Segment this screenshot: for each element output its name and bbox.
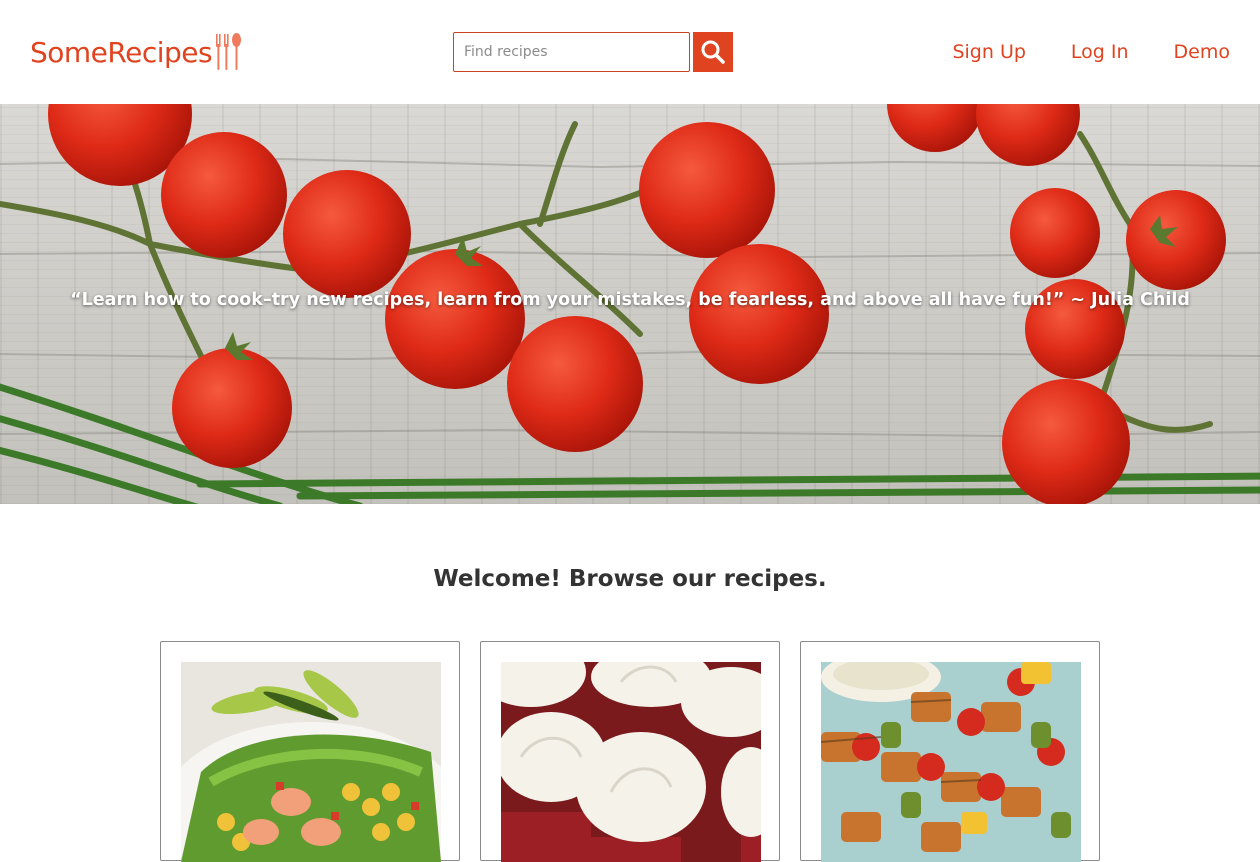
recipe-card[interactable] xyxy=(800,641,1100,862)
search-button[interactable] xyxy=(693,32,733,72)
recipe-image-grilled-skewers[interactable] xyxy=(821,662,1081,862)
recipe-image-shrimp-salad[interactable] xyxy=(181,662,441,862)
demo-link[interactable]: Demo xyxy=(1174,38,1230,66)
fork-spoon-icon xyxy=(215,32,243,72)
hero-quote: “Learn how to cook–try new recipes, lear… xyxy=(70,290,1190,310)
search-icon xyxy=(701,40,725,64)
log-in-link[interactable]: Log In xyxy=(1071,38,1129,66)
search-bar xyxy=(453,32,733,72)
recipe-card[interactable] xyxy=(480,641,780,862)
sign-up-link[interactable]: Sign Up xyxy=(952,38,1025,66)
welcome-heading: Welcome! Browse our recipes. xyxy=(433,566,827,592)
site-logo[interactable]: SomeRecipes xyxy=(30,30,243,74)
recipe-card[interactable] xyxy=(160,641,460,862)
top-nav: Sign Up Log In Demo xyxy=(907,38,1230,66)
recipe-image-cupcakes[interactable] xyxy=(501,662,761,862)
search-input[interactable] xyxy=(453,32,690,72)
hero-banner: “Learn how to cook–try new recipes, lear… xyxy=(0,104,1260,504)
logo-text: SomeRecipes xyxy=(30,35,213,69)
site-header: SomeRecipes Find recipes Sign Up Log In … xyxy=(0,0,1260,104)
